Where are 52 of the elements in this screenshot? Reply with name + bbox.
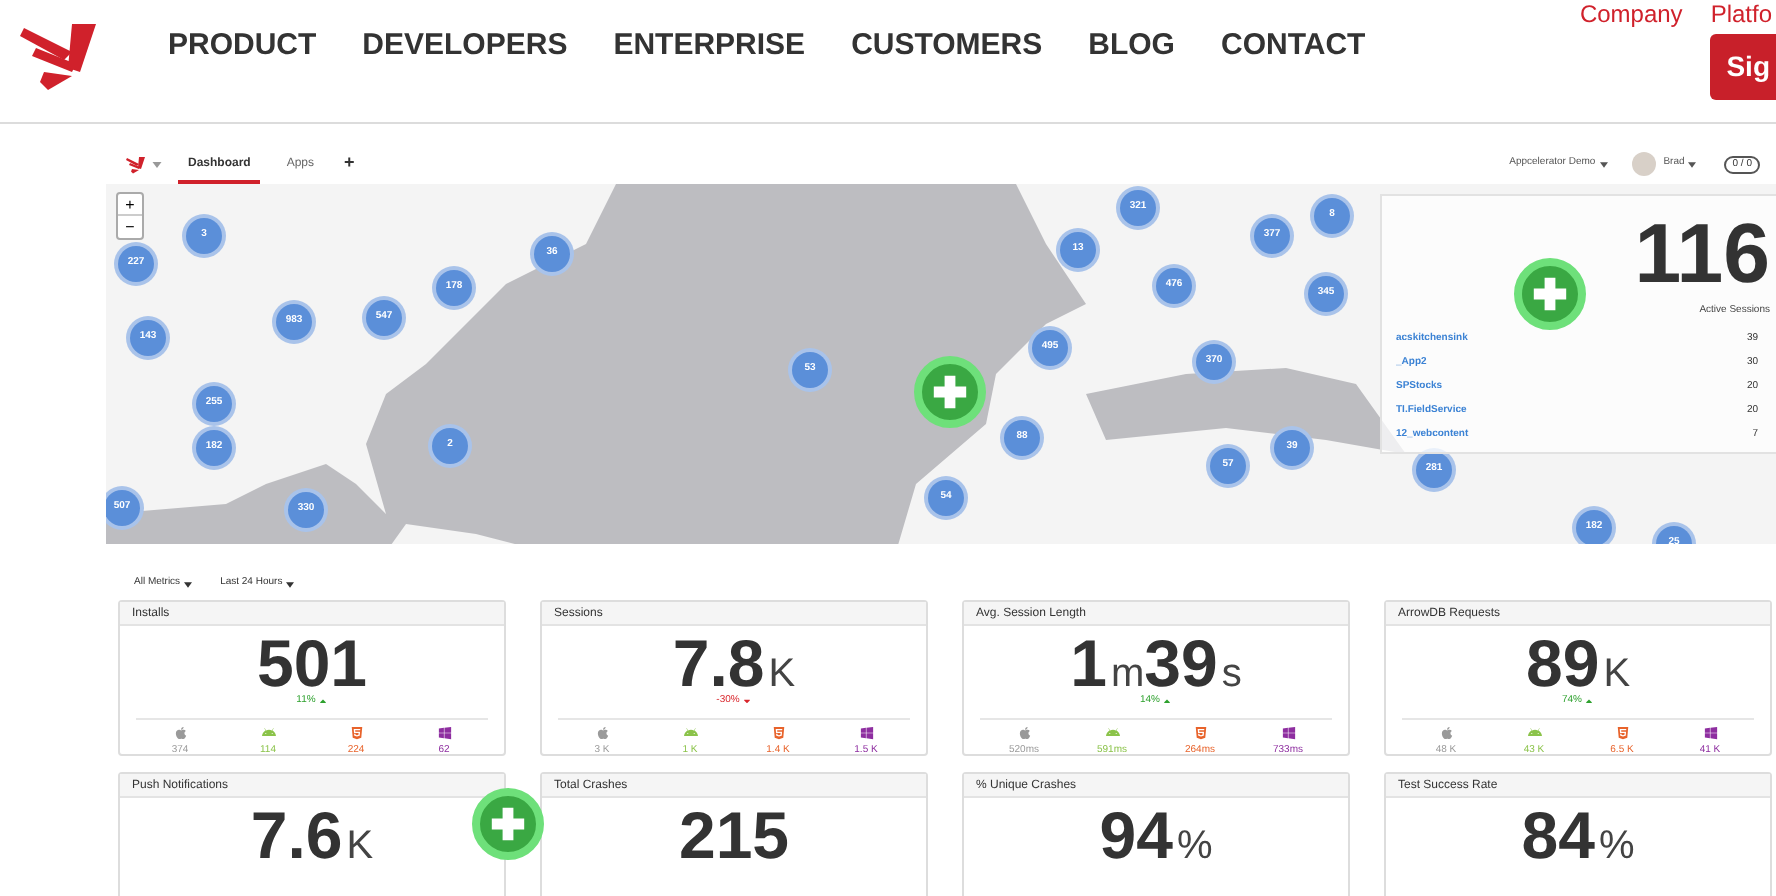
metric-value: 84 (1521, 802, 1595, 870)
apple-icon (173, 725, 187, 739)
metric-unit: % (1176, 822, 1213, 872)
android-icon (683, 725, 697, 739)
metric-value: 7.6 (250, 802, 343, 870)
windows-icon (437, 725, 451, 739)
metric-value: 215 (678, 802, 790, 870)
avatar (1631, 152, 1656, 176)
active-sessions-count: 116 (1634, 212, 1770, 296)
metric-value: 39 (1144, 630, 1218, 698)
apple-icon (1017, 725, 1031, 739)
metric-unit: % (1598, 822, 1635, 872)
html5-icon (771, 725, 785, 739)
html5-icon (1615, 725, 1629, 739)
metric-value: 94 (1099, 802, 1173, 870)
nav-link[interactable]: ENTERPRISE (613, 24, 806, 70)
caret-icon (152, 161, 162, 167)
nav-link[interactable]: CUSTOMERS (851, 24, 1043, 70)
metric-value: 501 (256, 630, 368, 698)
caret-icon (184, 581, 193, 587)
windows-icon (1281, 725, 1295, 739)
nav-link[interactable]: PRODUCT (168, 24, 317, 70)
zoom-out-button[interactable]: − (118, 216, 142, 238)
metric-value: 89 (1525, 630, 1600, 698)
top-link[interactable]: Platfo (1710, 2, 1772, 26)
nav-link[interactable]: CONTACT (1220, 24, 1366, 70)
windows-icon (1703, 725, 1717, 739)
android-icon (261, 725, 275, 739)
metric-unit: K (768, 650, 796, 700)
apple-icon (1439, 725, 1453, 739)
logo-icon[interactable] (20, 19, 100, 91)
nav-link[interactable]: BLOG (1088, 24, 1175, 70)
add-button[interactable]: + (344, 150, 355, 178)
apple-icon (595, 725, 609, 739)
metric-unit: K (346, 822, 374, 872)
html5-icon (349, 725, 363, 739)
metric-value: 1 (1070, 630, 1107, 698)
metric-unit: s (1221, 650, 1242, 700)
sign-up-button[interactable]: Sig (1710, 34, 1776, 100)
caret-icon (1688, 161, 1697, 167)
metric-value: 7.8 (672, 630, 765, 698)
android-icon (1105, 725, 1119, 739)
top-link[interactable]: Company (1579, 2, 1683, 26)
logo-icon[interactable] (126, 155, 146, 173)
caret-icon (286, 581, 295, 587)
nav-link[interactable]: DEVELOPERS (362, 24, 568, 70)
windows-icon (859, 725, 873, 739)
zoom-in-button[interactable]: + (118, 194, 142, 216)
caret-icon (1599, 161, 1608, 167)
metric-unit: K (1603, 650, 1631, 700)
html5-icon (1193, 725, 1207, 739)
android-icon (1527, 725, 1541, 739)
